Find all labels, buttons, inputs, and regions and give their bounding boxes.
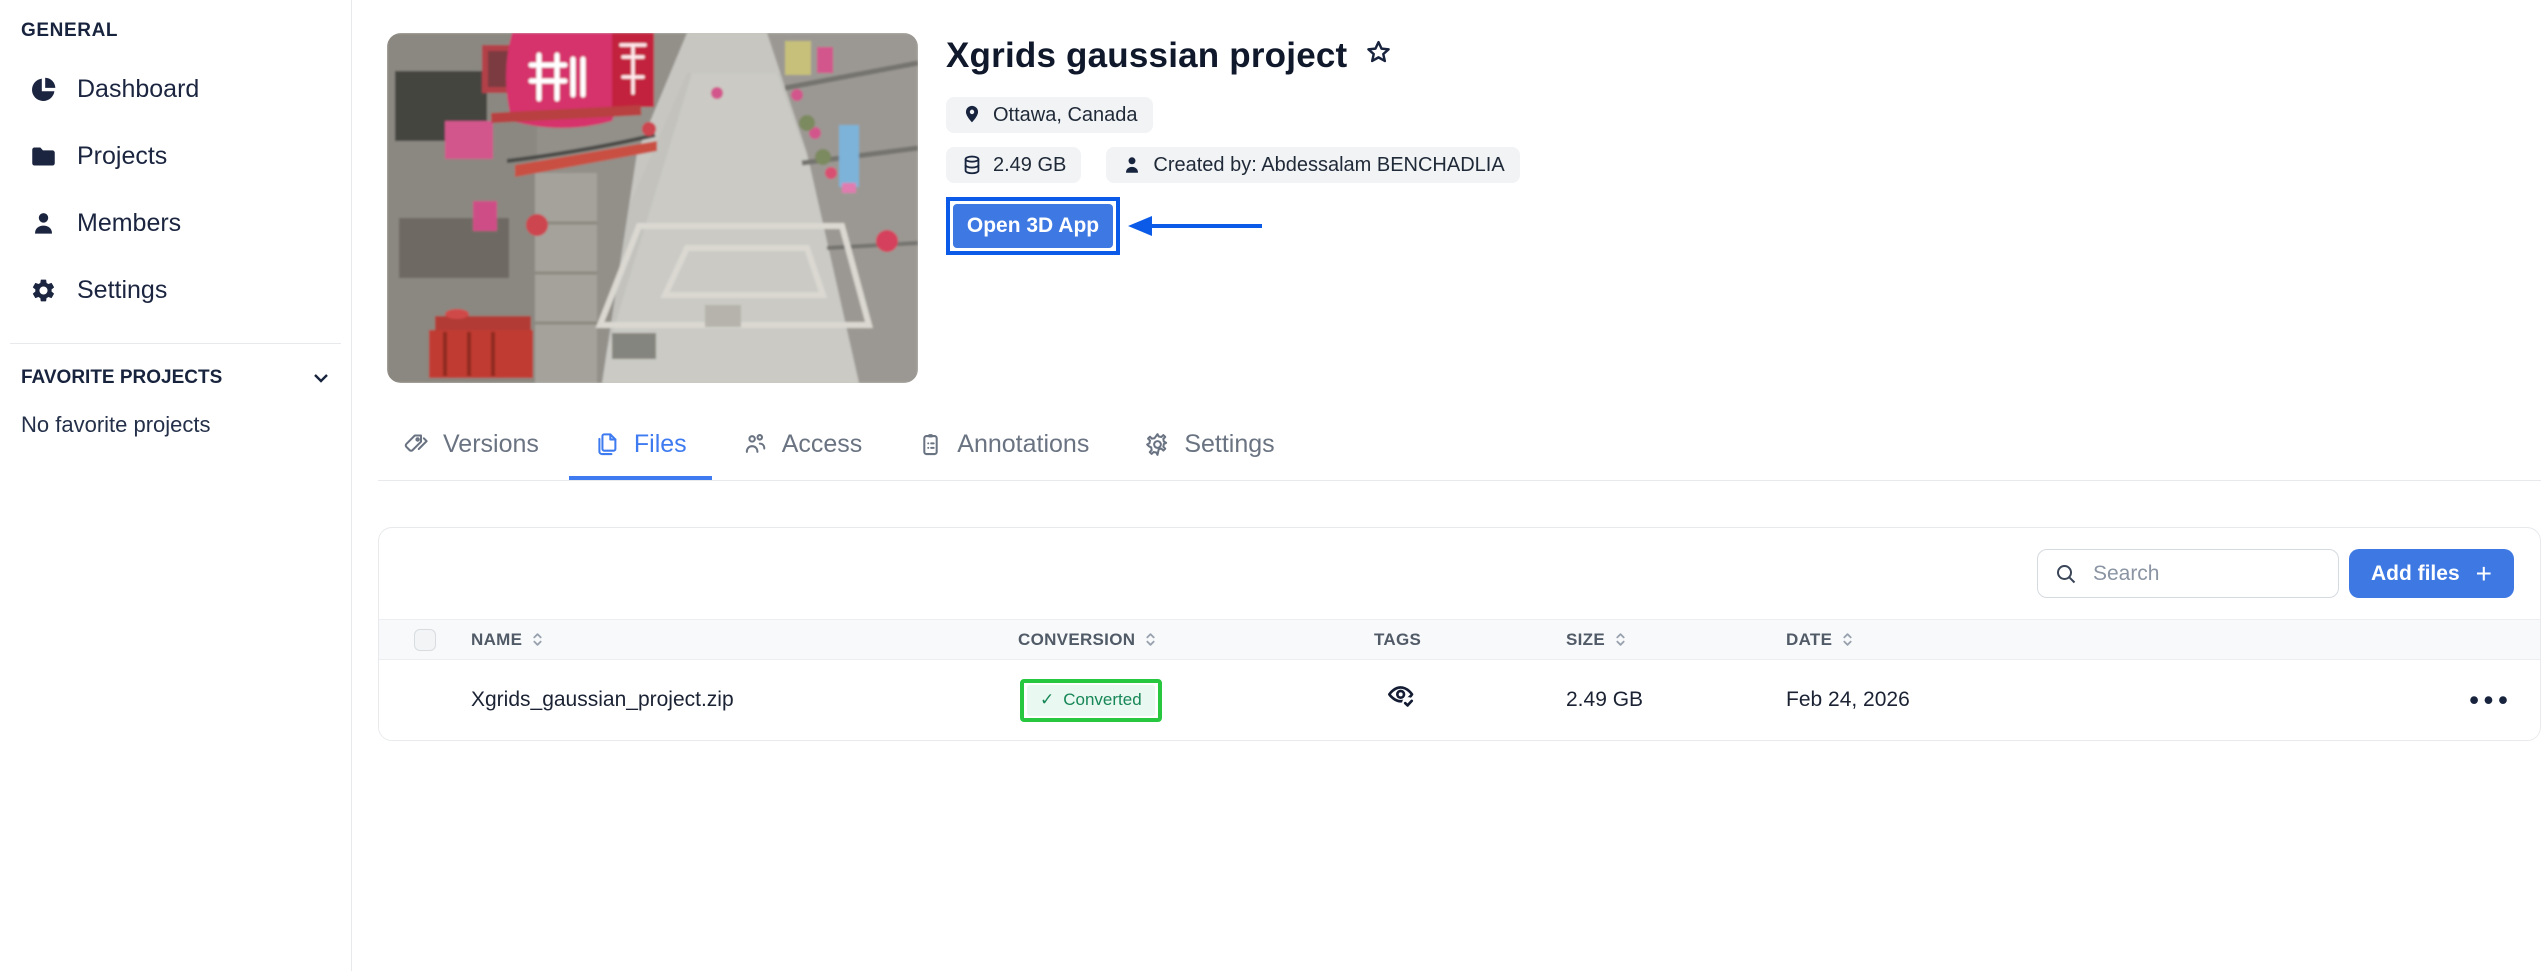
created-by-badge: Created by: Abdessalam BENCHADLIA bbox=[1106, 147, 1519, 183]
page-title: Xgrids gaussian project bbox=[946, 36, 1347, 76]
column-header-size[interactable]: SIZE bbox=[1566, 630, 1786, 650]
created-by-text: Created by: Abdessalam BENCHADLIA bbox=[1153, 154, 1504, 177]
street-scene-image bbox=[387, 33, 918, 383]
sidebar-item-settings[interactable]: Settings bbox=[0, 257, 351, 324]
sidebar-item-label: Settings bbox=[77, 276, 167, 305]
size-text: 2.49 GB bbox=[993, 154, 1066, 177]
person-icon bbox=[1121, 154, 1143, 176]
gear-outline-icon bbox=[1144, 431, 1171, 458]
search-input[interactable] bbox=[2093, 562, 2322, 586]
files-panel: Add files + NAME CONVERSION TAGS bbox=[378, 527, 2541, 741]
tab-label: Settings bbox=[1184, 430, 1274, 459]
folder-icon bbox=[30, 143, 57, 170]
sidebar-item-label: Dashboard bbox=[77, 75, 199, 104]
tab-versions[interactable]: Versions bbox=[378, 413, 564, 480]
size-badge: 2.49 GB bbox=[946, 147, 1081, 183]
clipboard-icon bbox=[917, 431, 944, 458]
sidebar: GENERAL Dashboard Projects Members bbox=[0, 0, 352, 971]
ellipsis-icon: ••• bbox=[2469, 685, 2512, 715]
sort-icon bbox=[1839, 631, 1856, 648]
favorite-projects-label: FAVORITE PROJECTS bbox=[21, 367, 222, 389]
tab-settings[interactable]: Settings bbox=[1119, 413, 1299, 480]
check-icon: ✓ bbox=[1040, 690, 1054, 710]
project-tabs: Versions Files Access bbox=[378, 413, 2541, 481]
row-actions-menu[interactable]: ••• bbox=[2422, 695, 2541, 706]
sort-icon bbox=[1612, 631, 1629, 648]
location-badge: Ottawa, Canada bbox=[946, 97, 1153, 133]
column-header-date[interactable]: DATE bbox=[1786, 630, 2422, 650]
tab-access[interactable]: Access bbox=[717, 413, 888, 480]
tab-files[interactable]: Files bbox=[569, 413, 712, 480]
conversion-status-badge: ✓ Converted bbox=[1027, 685, 1155, 716]
favorite-projects-header[interactable]: FAVORITE PROJECTS bbox=[0, 366, 351, 390]
people-icon bbox=[742, 431, 769, 458]
favorite-projects-empty-text: No favorite projects bbox=[21, 412, 351, 438]
sort-icon bbox=[529, 631, 546, 648]
annotation-arrow-icon bbox=[1126, 213, 1266, 239]
annotation-highlight-converted: ✓ Converted bbox=[1020, 679, 1162, 722]
location-text: Ottawa, Canada bbox=[993, 104, 1138, 127]
table-row[interactable]: Xgrids_gaussian_project.zip ✓ Converted bbox=[379, 660, 2540, 740]
add-files-button[interactable]: Add files + bbox=[2349, 549, 2514, 598]
open-3d-app-button[interactable]: Open 3D App bbox=[953, 204, 1113, 248]
column-header-tags: TAGS bbox=[1374, 630, 1566, 650]
main-content: Xgrids gaussian project Ottawa, Canada bbox=[352, 0, 2545, 741]
add-files-label: Add files bbox=[2371, 562, 2460, 586]
tab-label: Files bbox=[634, 430, 687, 459]
chevron-down-icon bbox=[309, 366, 333, 390]
sidebar-section-label: GENERAL bbox=[21, 20, 351, 42]
files-icon bbox=[594, 431, 621, 458]
file-size: 2.49 GB bbox=[1566, 688, 1786, 712]
sidebar-item-dashboard[interactable]: Dashboard bbox=[0, 56, 351, 123]
database-icon bbox=[961, 154, 983, 176]
file-name: Xgrids_gaussian_project.zip bbox=[471, 688, 1018, 712]
search-box[interactable] bbox=[2037, 549, 2339, 598]
project-thumbnail bbox=[387, 33, 918, 383]
plus-icon: + bbox=[2476, 560, 2492, 588]
column-header-conversion[interactable]: CONVERSION bbox=[1018, 630, 1374, 650]
select-all-checkbox[interactable] bbox=[414, 629, 436, 651]
search-icon bbox=[2054, 562, 2078, 586]
sidebar-item-label: Projects bbox=[77, 142, 167, 171]
sidebar-item-label: Members bbox=[77, 209, 181, 238]
tab-annotations[interactable]: Annotations bbox=[892, 413, 1114, 480]
column-header-name[interactable]: NAME bbox=[471, 630, 1018, 650]
person-icon bbox=[30, 210, 57, 237]
star-icon bbox=[1363, 38, 1394, 69]
sidebar-item-members[interactable]: Members bbox=[0, 190, 351, 257]
gear-icon bbox=[30, 277, 57, 304]
sidebar-item-projects[interactable]: Projects bbox=[0, 123, 351, 190]
sidebar-divider bbox=[10, 343, 341, 344]
tab-label: Versions bbox=[443, 430, 539, 459]
location-pin-icon bbox=[961, 104, 983, 126]
tags-icon bbox=[403, 431, 430, 458]
table-header: NAME CONVERSION TAGS SIZE bbox=[379, 619, 2540, 660]
favorite-star-button[interactable] bbox=[1363, 38, 1394, 74]
pie-chart-icon bbox=[30, 76, 57, 103]
annotation-highlight-open-3d-app: Open 3D App bbox=[946, 197, 1120, 255]
tab-label: Access bbox=[782, 430, 863, 459]
eye-check-icon[interactable] bbox=[1386, 681, 1418, 713]
tab-label: Annotations bbox=[957, 430, 1089, 459]
sort-icon bbox=[1142, 631, 1159, 648]
file-date: Feb 24, 2026 bbox=[1786, 688, 2422, 712]
